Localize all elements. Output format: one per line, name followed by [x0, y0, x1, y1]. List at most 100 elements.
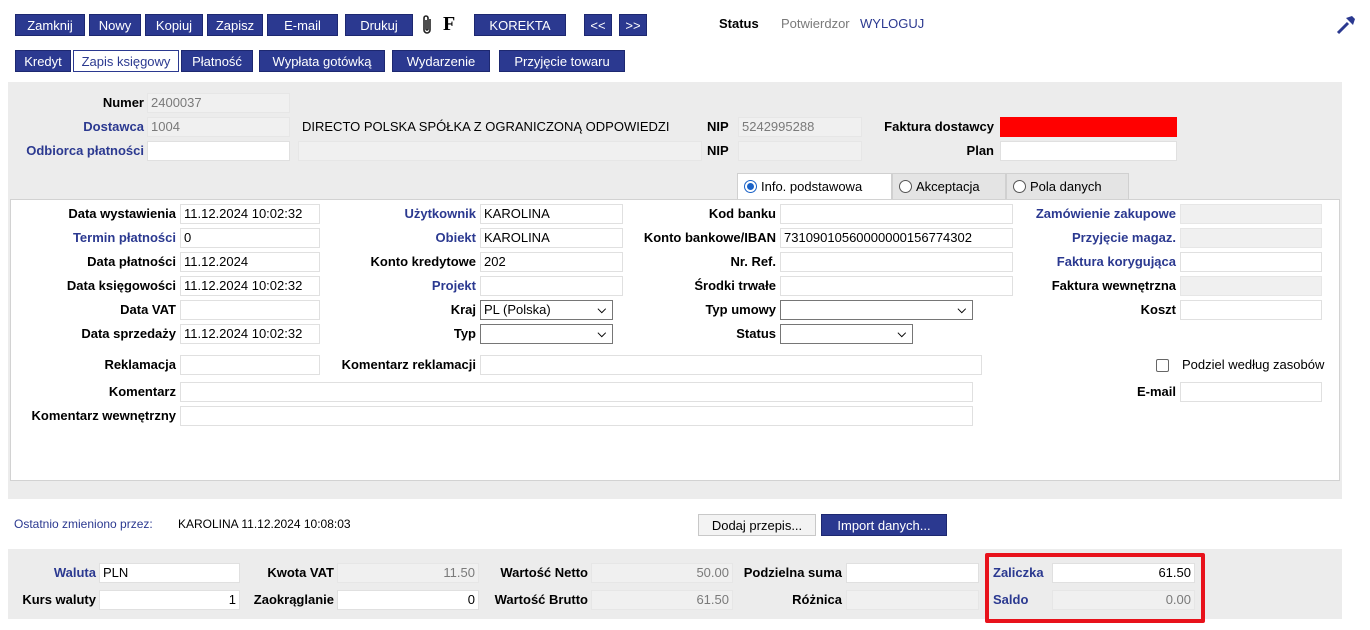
zamowienie-label[interactable]: Zamówienie zakupowe [1010, 204, 1176, 224]
data-sprzedazy-field[interactable]: 11.12.2024 10:02:32 [180, 324, 320, 344]
kod-banku-field[interactable] [780, 204, 1013, 224]
konto-iban-field[interactable]: 73109010560000000156774302 [780, 228, 1013, 248]
reklamacja-label: Reklamacja [104, 357, 176, 372]
tab-pola[interactable]: Pola danych [1006, 173, 1129, 199]
netto-label: Wartość Netto [500, 565, 588, 580]
typ-umowy-select[interactable]: ⌵ [780, 300, 973, 320]
netto-field[interactable]: 50.00 [591, 563, 733, 583]
tab-info[interactable]: Info. podstawowa [737, 173, 892, 199]
srodki-trwale-field[interactable] [780, 276, 1013, 296]
podziel-label: Podziel według zasobów [1182, 357, 1325, 372]
kwota-vat-field[interactable]: 11.50 [337, 563, 479, 583]
termin-field[interactable]: 0 [180, 228, 320, 248]
kurs-label: Kurs waluty [22, 592, 96, 607]
faktura-dostawcy-field[interactable] [1000, 117, 1177, 137]
save-button[interactable]: Zapisz [207, 14, 263, 36]
komentarz-reklamacji-field[interactable] [480, 355, 982, 375]
typ-select[interactable]: ⌵ [480, 324, 613, 344]
tab-akceptacja-label: Akceptacja [916, 179, 980, 194]
accounting-entry-tab[interactable]: Zapis księgowy [73, 50, 179, 72]
data-ksiegowosci-label: Data księgowości [66, 278, 176, 293]
termin-label[interactable]: Termin płatności [12, 228, 176, 248]
data-vat-field[interactable] [180, 300, 320, 320]
projekt-label[interactable]: Projekt [330, 276, 476, 296]
komentarz-label: Komentarz [108, 384, 176, 399]
przyjecie-label[interactable]: Przyjęcie magaz. [1010, 228, 1176, 248]
email-label: E-mail [1136, 384, 1176, 399]
import-data-button[interactable]: Import danych... [821, 514, 947, 536]
f-icon[interactable]: F [443, 12, 455, 36]
komentarz-wewnetrzny-field[interactable] [180, 406, 973, 426]
waluta-label[interactable]: Waluta [20, 563, 96, 583]
nr-ref-field[interactable] [780, 252, 1013, 272]
close-button[interactable]: Zamknij [15, 14, 85, 36]
cash-payout-tab[interactable]: Wypłata gotówką [259, 50, 385, 72]
data-wystawienia-field[interactable]: 11.12.2024 10:02:32 [180, 204, 320, 224]
podzielna-suma-label: Podzielna suma [743, 565, 842, 580]
zaokraglanie-field[interactable]: 0 [337, 590, 479, 610]
chevron-down-icon: ⌵ [597, 304, 606, 316]
podziel-checkbox[interactable] [1156, 359, 1169, 372]
roznica-field[interactable] [846, 590, 979, 610]
paperclip-icon[interactable] [420, 14, 436, 36]
przyjecie-field[interactable] [1180, 228, 1322, 248]
dostawca-field[interactable]: 1004 [147, 117, 290, 137]
data-ksiegowosci-field[interactable]: 11.12.2024 10:02:32 [180, 276, 320, 296]
plan-field[interactable] [1000, 141, 1177, 161]
changed-by-label: Ostatnio zmieniono przez: [14, 517, 153, 531]
numer-field[interactable]: 2400037 [147, 93, 290, 113]
podzielna-suma-field[interactable] [846, 563, 979, 583]
nip2-field[interactable] [738, 141, 862, 161]
tab-akceptacja[interactable]: Akceptacja [892, 173, 1006, 199]
data-sprzedazy-label: Data sprzedaży [81, 326, 176, 341]
hammer-icon[interactable] [1335, 14, 1357, 36]
uzytkownik-label[interactable]: Użytkownik [330, 204, 476, 224]
tab-pola-label: Pola danych [1030, 179, 1102, 194]
faktura-korygujaca-label[interactable]: Faktura korygująca [1010, 252, 1176, 272]
odbiorca-field[interactable] [147, 141, 290, 161]
zamowienie-field[interactable] [1180, 204, 1322, 224]
data-platnosci-field[interactable]: 11.12.2024 [180, 252, 320, 272]
waluta-field[interactable]: PLN [99, 563, 240, 583]
kraj-select[interactable]: PL (Polska) ⌵ [480, 300, 613, 320]
goods-receipt-tab[interactable]: Przyjęcie towaru [499, 50, 625, 72]
nip-field[interactable]: 5242995288 [738, 117, 862, 137]
logout-link[interactable]: WYLOGUJ [860, 14, 924, 34]
highlight-box [985, 553, 1205, 623]
konto-iban-label: Konto bankowe/IBAN [643, 230, 776, 245]
koszt-field[interactable] [1180, 300, 1322, 320]
projekt-field[interactable] [480, 276, 623, 296]
next-button[interactable]: >> [619, 14, 647, 36]
print-button[interactable]: Drukuj [345, 14, 413, 36]
new-button[interactable]: Nowy [89, 14, 141, 36]
credit-tab[interactable]: Kredyt [15, 50, 71, 72]
konto-kredytowe-field[interactable]: 202 [480, 252, 623, 272]
brutto-field[interactable]: 61.50 [591, 590, 733, 610]
kod-banku-label: Kod banku [708, 206, 776, 221]
status-select[interactable]: ⌵ [780, 324, 913, 344]
copy-button[interactable]: Kopiuj [145, 14, 203, 36]
koszt-label: Koszt [1140, 302, 1176, 317]
odbiorca-label[interactable]: Odbiorca płatności [14, 141, 144, 161]
nip2-label: NIP [707, 143, 729, 158]
faktura-korygujaca-field[interactable] [1180, 252, 1322, 272]
kurs-field[interactable]: 1 [99, 590, 240, 610]
faktura-wewnetrzna-field[interactable] [1180, 276, 1322, 296]
obiekt-field[interactable]: KAROLINA [480, 228, 623, 248]
obiekt-label[interactable]: Obiekt [330, 228, 476, 248]
dostawca-label[interactable]: Dostawca [20, 117, 144, 137]
odbiorca-name-field[interactable] [298, 141, 702, 161]
reklamacja-field[interactable] [180, 355, 320, 375]
add-recipe-button[interactable]: Dodaj przepis... [698, 514, 816, 536]
kwota-vat-label: Kwota VAT [267, 565, 334, 580]
plan-label: Plan [966, 143, 994, 158]
payment-tab[interactable]: Płatność [181, 50, 253, 72]
komentarz-field[interactable] [180, 382, 973, 402]
email-field[interactable] [1180, 382, 1322, 402]
prev-button[interactable]: << [584, 14, 612, 36]
uzytkownik-field[interactable]: KAROLINA [480, 204, 623, 224]
email-button[interactable]: E-mail [267, 14, 338, 36]
korekta-button[interactable]: KOREKTA [474, 14, 566, 36]
event-tab[interactable]: Wydarzenie [392, 50, 490, 72]
dostawca-name-field[interactable]: DIRECTO POLSKA SPÓŁKA Z OGRANICZONĄ ODPO… [298, 117, 702, 137]
